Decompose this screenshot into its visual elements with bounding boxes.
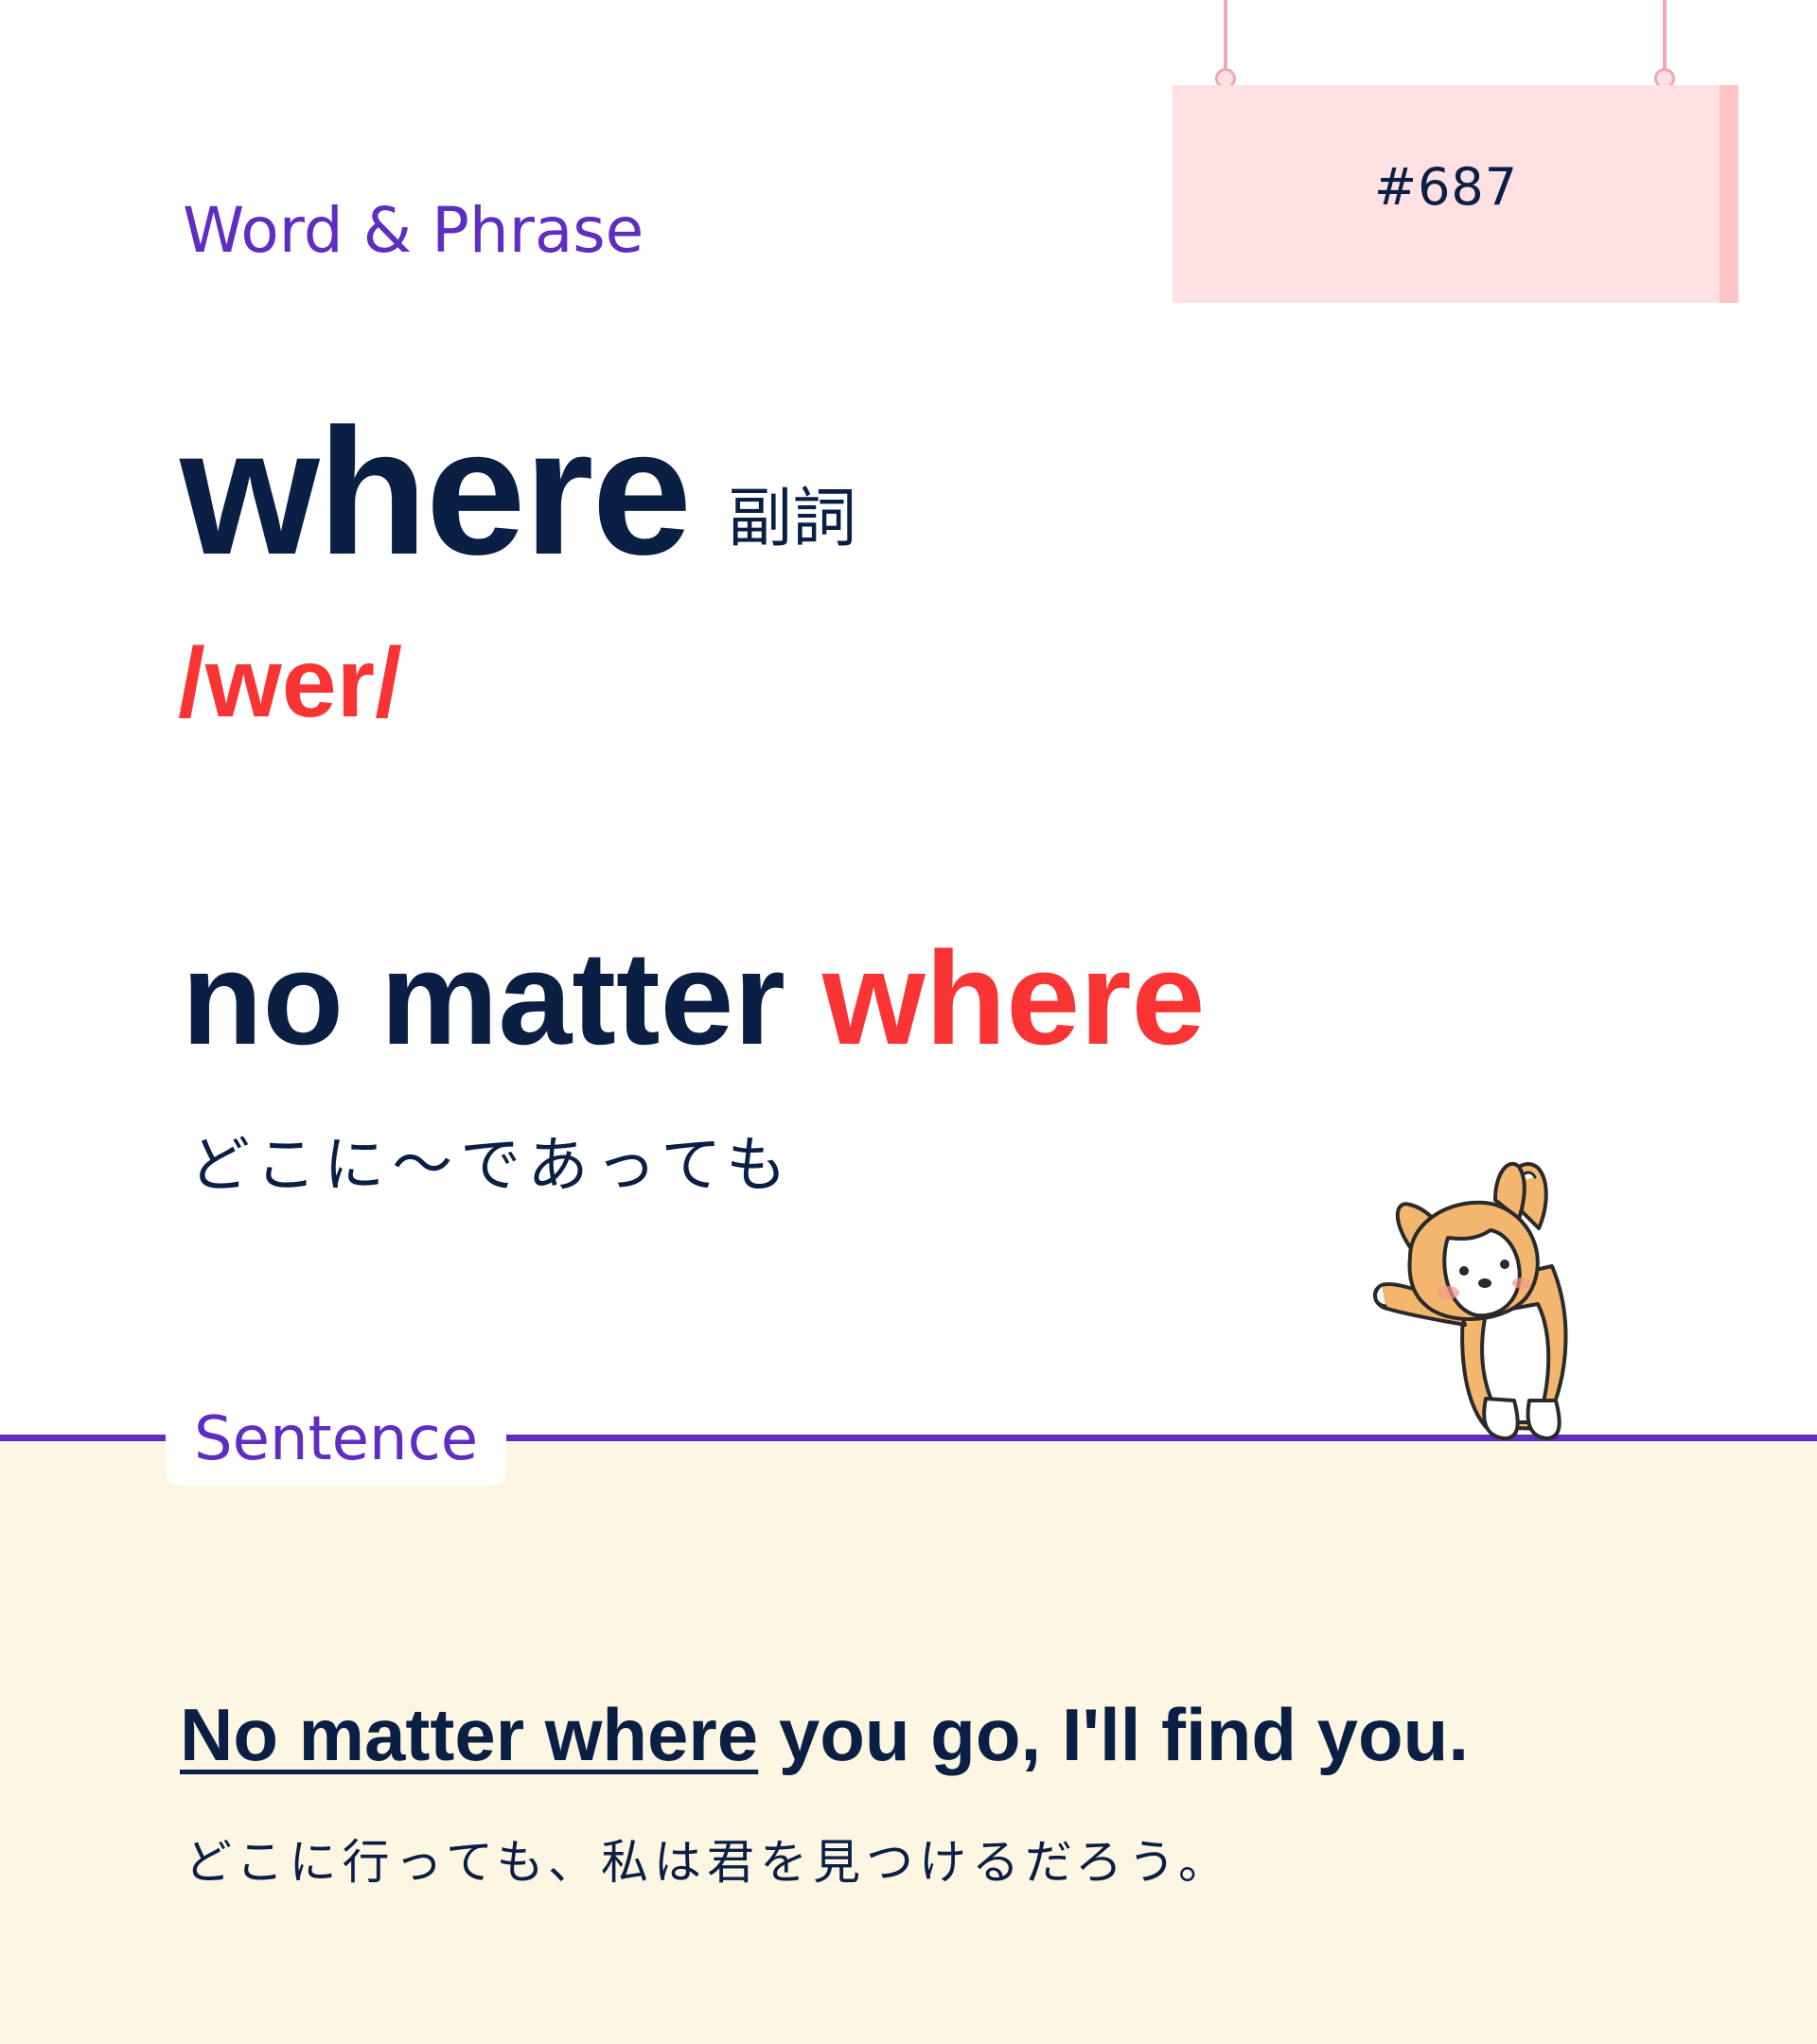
- phrase-translation: どこに～であっても: [189, 1131, 795, 1201]
- corgi-mascot-icon: [1372, 1161, 1568, 1440]
- category-label: Word & Phrase: [183, 194, 644, 267]
- phrase-highlight: where: [821, 924, 1206, 1072]
- headword: where: [180, 392, 692, 592]
- phrase: no matter where: [182, 932, 1205, 1065]
- sign-wire-left: [1224, 0, 1227, 74]
- example-rest: you go, I'll find you.: [778, 1693, 1469, 1776]
- phrase-prefix: no matter: [182, 924, 785, 1072]
- sign-wire-right: [1663, 0, 1667, 74]
- section-label: Sentence: [166, 1399, 507, 1486]
- part-of-speech: 副詞: [728, 482, 857, 556]
- example-translation: どこに行っても、私は君を見つけるだろう。: [185, 1835, 1231, 1890]
- example-sentence: No matter where you go, I'll find you.: [180, 1692, 1469, 1778]
- number-sign: #687: [1173, 85, 1738, 303]
- example-target-phrase: No matter where: [180, 1693, 759, 1776]
- pronunciation: /wer/: [178, 628, 402, 738]
- card-number: #687: [1373, 156, 1519, 217]
- headword-row: where 副詞: [180, 402, 856, 582]
